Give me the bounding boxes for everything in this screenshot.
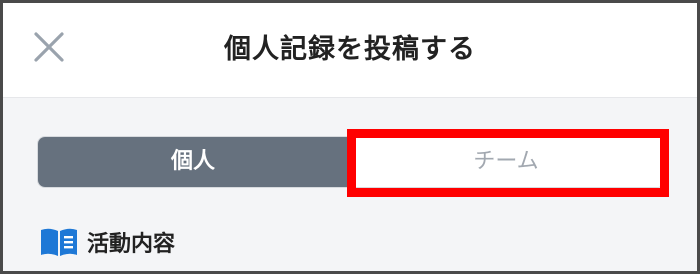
record-type-segmented-control: 個人 チーム <box>37 136 665 188</box>
activity-label: 活動内容 <box>87 232 176 257</box>
page-title: 個人記録を投稿する <box>224 34 476 65</box>
close-icon <box>34 32 64 62</box>
close-button[interactable] <box>25 23 75 73</box>
book-icon <box>41 228 77 256</box>
tab-personal[interactable]: 個人 <box>38 137 348 187</box>
tab-team[interactable]: チーム <box>348 137 664 187</box>
screenshot-frame: 個人記録を投稿する 個人 チーム 活動内容 <box>0 0 700 274</box>
activity-section-header: 活動内容 <box>39 224 175 260</box>
modal-header: 個人記録を投稿する <box>3 3 697 98</box>
